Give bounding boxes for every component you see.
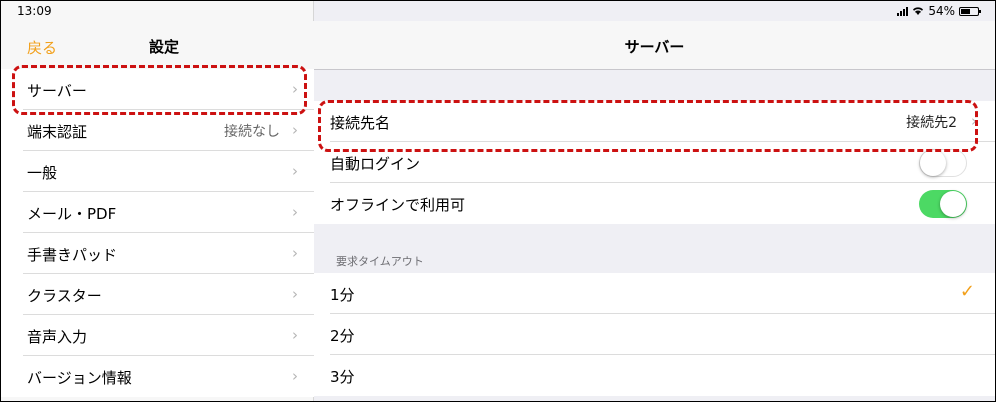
wifi-icon <box>913 7 924 15</box>
back-button[interactable]: 戻る <box>27 37 57 58</box>
sidebar-item-server[interactable]: サーバー › <box>1 69 314 110</box>
chevron-right-icon: › <box>292 80 298 98</box>
server-settings-group: 接続先名 接続先2 › 自動ログイン オフラインで利用可 <box>314 101 995 224</box>
chevron-right-icon: › <box>292 203 298 221</box>
chevron-right-icon: › <box>292 121 298 139</box>
sidebar-item-voice-input[interactable]: 音声入力 › <box>1 315 314 356</box>
sidebar-item-cluster[interactable]: クラスター › <box>1 274 314 315</box>
offline-available-label: オフラインで利用可 <box>330 196 466 214</box>
timeout-option-label: 2分 <box>330 327 355 345</box>
offline-available-toggle[interactable] <box>919 190 967 218</box>
connection-name-row[interactable]: 接続先名 接続先2 › <box>314 101 995 142</box>
timeout-option-label: 3分 <box>330 368 355 386</box>
chevron-right-icon: › <box>292 326 298 344</box>
sidebar-item-handwriting-pad[interactable]: 手書きパッド › <box>1 233 314 274</box>
server-settings-panel: サーバー 接続先名 接続先2 › 自動ログイン オフラインで利用可 要求タイムア… <box>314 1 995 401</box>
chevron-right-icon: › <box>971 112 977 130</box>
offline-available-row: オフラインで利用可 <box>314 183 995 224</box>
timeout-option-2min[interactable]: 2分 <box>314 314 995 355</box>
status-time: 13:09 <box>17 4 52 18</box>
sidebar-item-value: 接続なし <box>224 124 280 140</box>
connection-name-label: 接続先名 <box>330 114 391 132</box>
cellular-signal-icon <box>897 6 909 16</box>
settings-sidebar: 戻る 設定 サーバー › 端末認証 接続なし › 一般 › メール・PDF › … <box>1 1 314 401</box>
chevron-right-icon: › <box>292 285 298 303</box>
sidebar-item-version-info[interactable]: バージョン情報 › <box>1 356 314 397</box>
checkmark-icon: ✓ <box>959 281 975 302</box>
status-indicators: 54% <box>897 4 981 18</box>
chevron-right-icon: › <box>292 244 298 262</box>
sidebar-item-device-auth[interactable]: 端末認証 接続なし › <box>1 110 314 151</box>
app-window: 戻る 設定 サーバー › 端末認証 接続なし › 一般 › メール・PDF › … <box>0 0 996 402</box>
sidebar-title: 設定 <box>149 38 180 56</box>
battery-icon <box>959 6 981 16</box>
settings-menu-list: サーバー › 端末認証 接続なし › 一般 › メール・PDF › 手書きパッド… <box>1 69 314 397</box>
timeout-option-1min[interactable]: 1分 ✓ <box>314 273 995 314</box>
detail-navbar: サーバー <box>314 21 995 70</box>
battery-percent: 54% <box>928 4 955 18</box>
sidebar-item-label: メール・PDF <box>27 205 117 223</box>
sidebar-item-label: 端末認証 <box>27 123 88 141</box>
chevron-right-icon: › <box>292 367 298 385</box>
auto-login-toggle[interactable] <box>919 149 967 177</box>
auto-login-label: 自動ログイン <box>330 155 421 173</box>
sidebar-item-general[interactable]: 一般 › <box>1 151 314 192</box>
battery-level <box>961 8 970 14</box>
page-title: サーバー <box>624 38 685 56</box>
sidebar-item-mail-pdf[interactable]: メール・PDF › <box>1 192 314 233</box>
sidebar-item-label: サーバー <box>27 82 87 100</box>
timeout-options-group: 1分 ✓ 2分 3分 <box>314 273 995 396</box>
auto-login-row: 自動ログイン <box>314 142 995 183</box>
sidebar-item-label: バージョン情報 <box>27 369 132 387</box>
sidebar-item-label: 手書きパッド <box>27 246 118 264</box>
sidebar-item-label: クラスター <box>27 287 102 305</box>
timeout-option-label: 1分 <box>330 286 355 304</box>
sidebar-item-label: 一般 <box>27 164 58 182</box>
connection-name-value: 接続先2 <box>906 115 957 131</box>
timeout-section-header: 要求タイムアウト <box>336 255 424 268</box>
sidebar-item-label: 音声入力 <box>27 328 88 346</box>
timeout-option-3min[interactable]: 3分 <box>314 355 995 396</box>
sidebar-navbar: 戻る 設定 <box>1 21 314 70</box>
chevron-right-icon: › <box>292 162 298 180</box>
toggle-knob <box>940 191 966 217</box>
toggle-knob <box>920 150 946 176</box>
